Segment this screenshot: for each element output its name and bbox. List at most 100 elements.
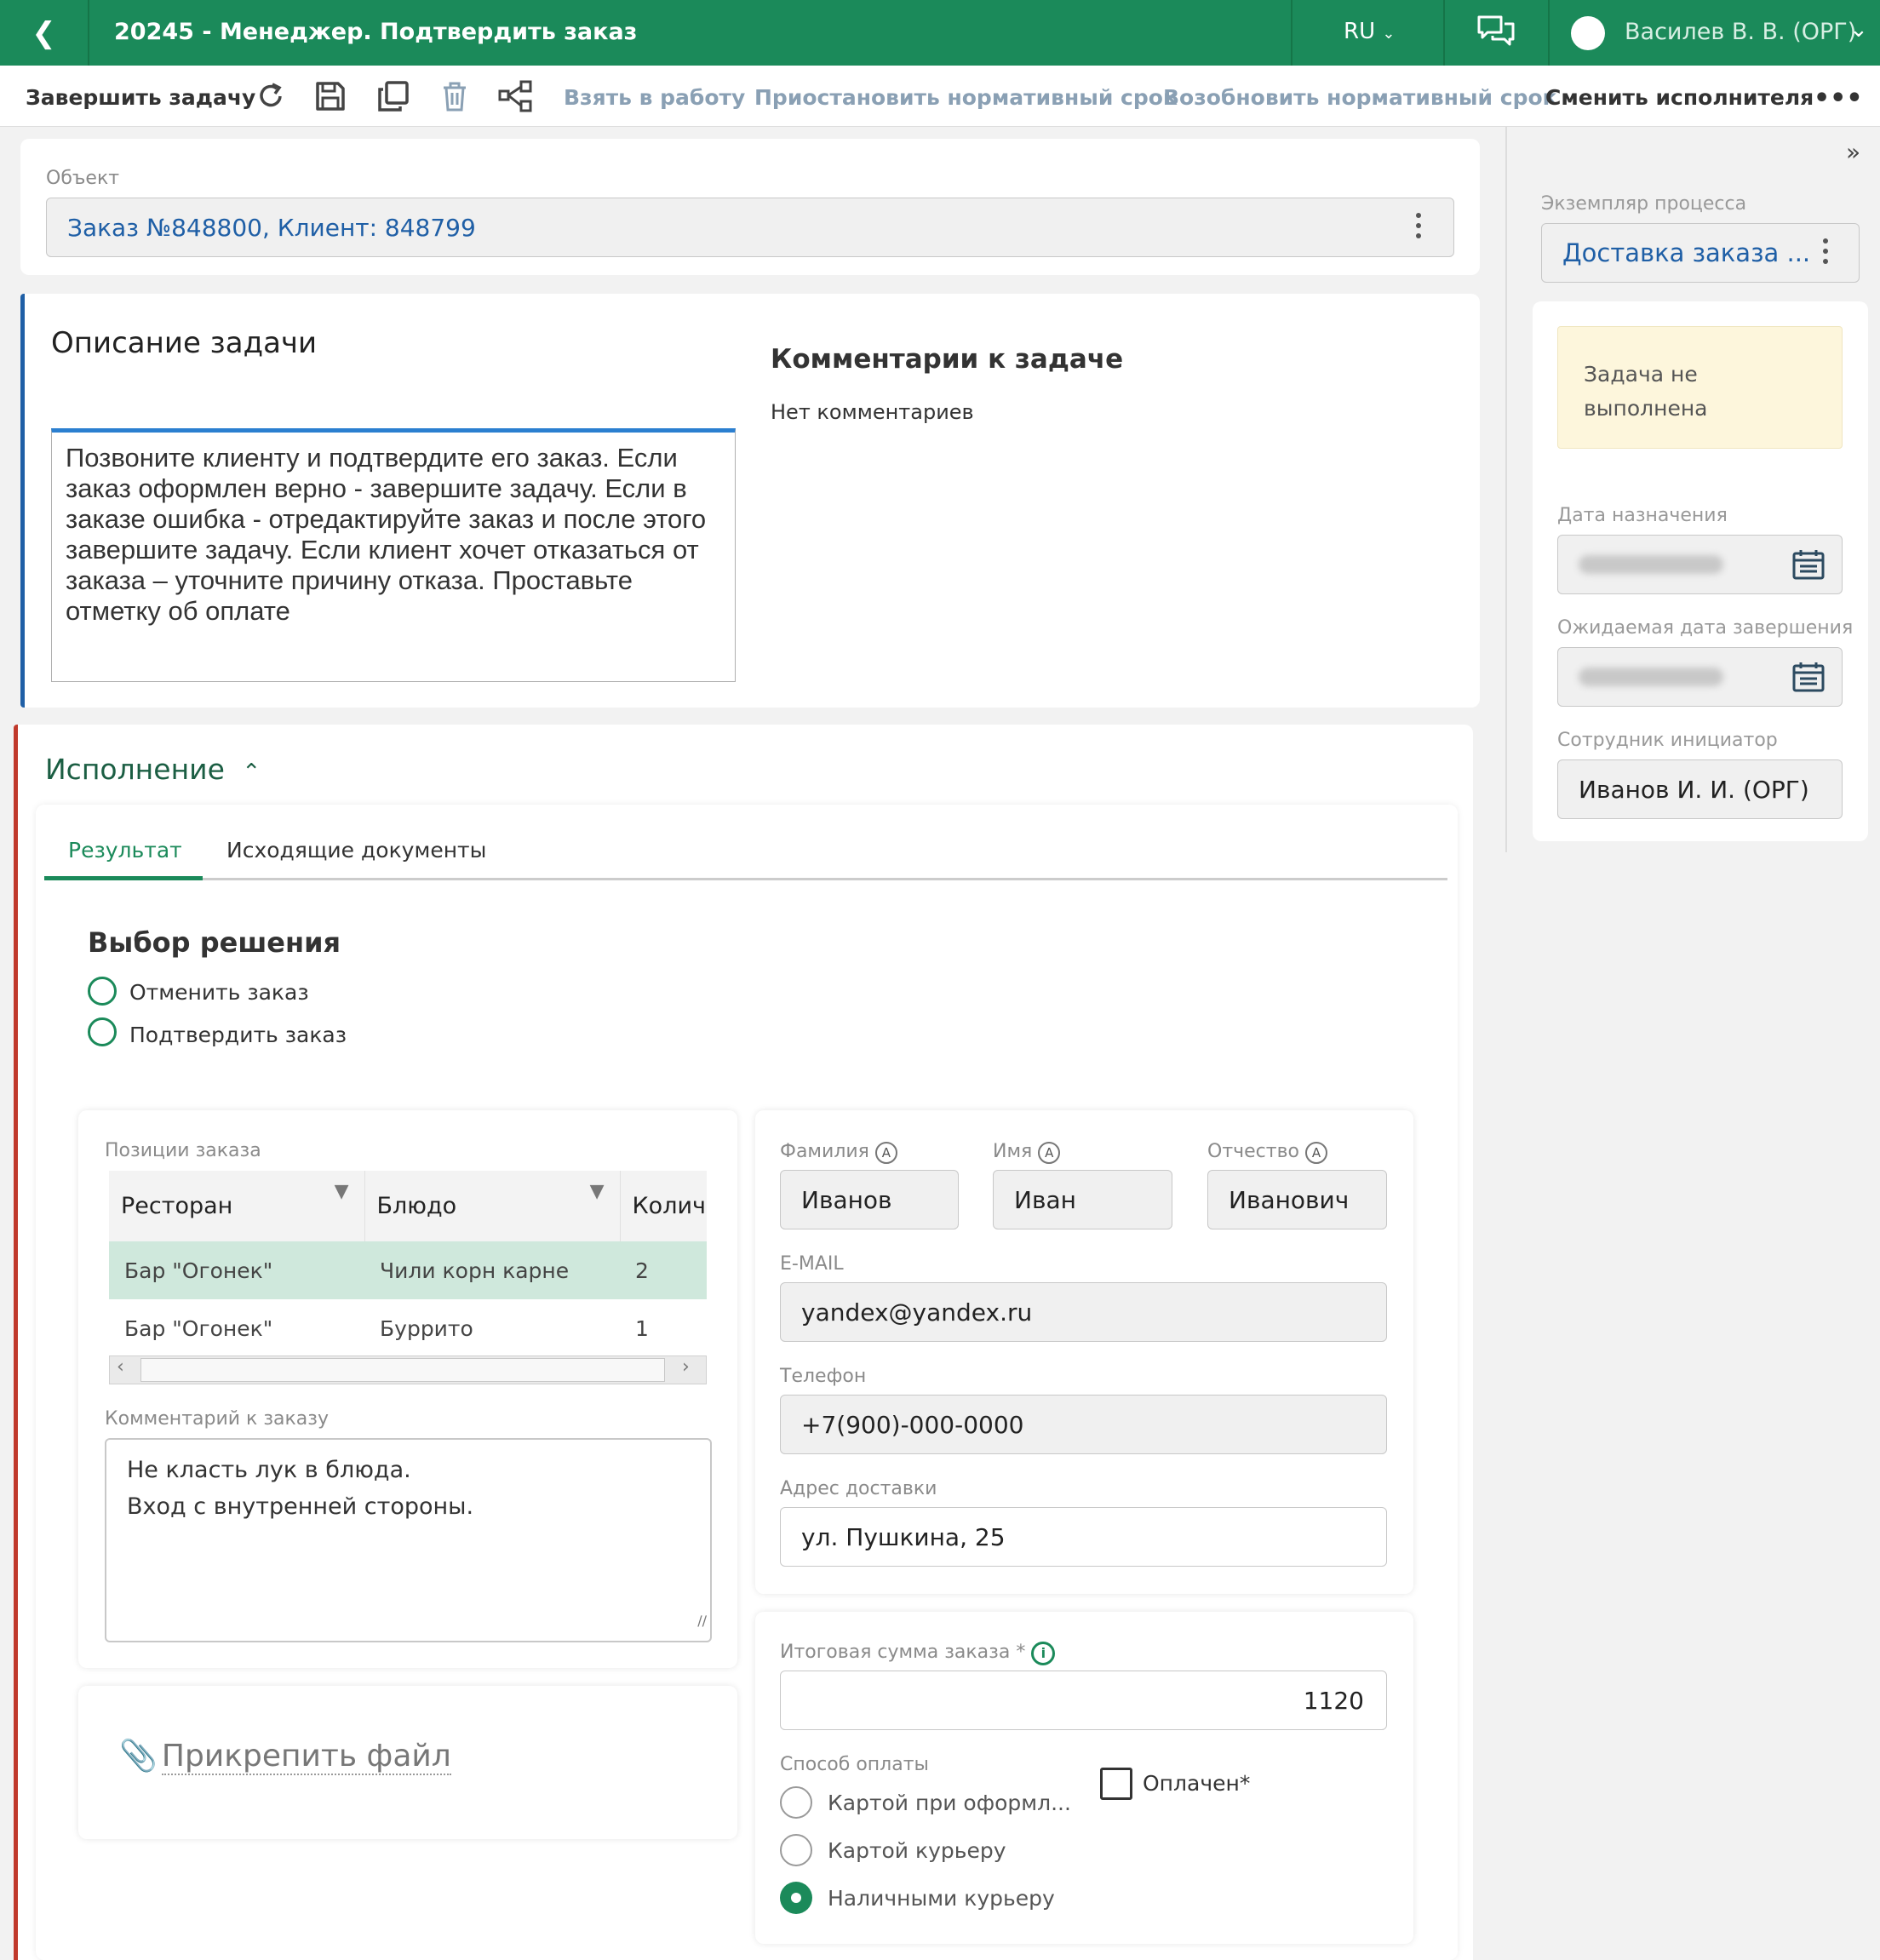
blurred-date — [1579, 555, 1723, 574]
chevron-up-icon: ⌃ — [242, 759, 261, 785]
table-row[interactable]: Бар "Огонек" Чили корн карне 2 — [109, 1241, 707, 1299]
email-field[interactable]: yandex@yandex.ru — [780, 1282, 1387, 1342]
top-bar: ❮ 20245 - Менеджер. Подтвердить заказ RU… — [0, 0, 1880, 66]
initiator-field[interactable]: Иванов И. И. (ОРГ) — [1557, 759, 1843, 819]
save-icon[interactable] — [313, 79, 347, 113]
payment-label-cash-courier[interactable]: Наличными курьеру — [828, 1886, 1055, 1911]
table-row[interactable]: Бар "Огонек" Буррито 1 — [109, 1299, 707, 1357]
refresh-icon[interactable] — [254, 79, 288, 113]
scroll-right-icon[interactable]: › — [682, 1356, 690, 1378]
chat-icon[interactable] — [1476, 14, 1516, 53]
calendar-icon[interactable] — [1791, 661, 1826, 696]
comments-title: Комментарии к задаче — [771, 344, 1124, 375]
phone-label: Телефон — [780, 1366, 867, 1387]
filter-icon[interactable]: ▼ — [590, 1181, 605, 1202]
change-executor-button[interactable]: Сменить исполнителя — [1545, 85, 1814, 110]
object-field[interactable]: Заказ №848800, Клиент: 848799 — [46, 198, 1454, 257]
payment-radio-cash-courier[interactable] — [780, 1882, 812, 1914]
resume-deadline-button[interactable]: Возобновить нормативный срок — [1163, 85, 1557, 110]
initiator-label: Сотрудник инициатор — [1557, 730, 1778, 751]
order-items-label: Позиции заказа — [105, 1140, 261, 1161]
process-kebab-icon[interactable] — [1823, 238, 1828, 269]
first-name-field[interactable]: Иван — [993, 1170, 1172, 1229]
user-name[interactable]: Василев В. В. (ОРГ) — [1625, 19, 1856, 45]
take-to-work-button[interactable]: Взять в работу — [564, 85, 745, 110]
process-field[interactable]: Доставка заказа ... — [1541, 223, 1860, 283]
complete-task-button[interactable]: Завершить задачу — [26, 85, 255, 110]
decision-label-confirm[interactable]: Подтвердить заказ — [129, 1023, 347, 1047]
address-label: Адрес доставки — [780, 1478, 937, 1499]
chevron-down-icon: ⌄ — [1382, 25, 1396, 43]
last-name-label: Фамилия A — [780, 1141, 897, 1164]
decision-radio-cancel[interactable] — [88, 977, 117, 1006]
attach-file-label: Прикрепить файл — [161, 1738, 451, 1775]
status-badge: Задача не выполнена — [1557, 326, 1843, 449]
tab-indicator — [44, 876, 203, 880]
horizontal-scrollbar[interactable]: ‹ › — [109, 1355, 707, 1384]
tab-outgoing-docs[interactable]: Исходящие документы — [226, 838, 486, 863]
total-label: Итоговая сумма заказа * i — [780, 1642, 1056, 1665]
email-label: E-MAIL — [780, 1253, 844, 1275]
execution-toggle[interactable]: Исполнение ⌃ — [45, 753, 261, 786]
execution-title: Исполнение — [45, 753, 225, 786]
copy-icon[interactable] — [376, 79, 410, 113]
page-title: 20245 - Менеджер. Подтвердить заказ — [114, 19, 638, 45]
side-divider — [1505, 127, 1507, 852]
language-selector[interactable]: RU ⌄ — [1344, 19, 1395, 44]
column-dish[interactable]: Блюдо ▼ — [364, 1171, 621, 1241]
order-comment-label: Комментарий к заказу — [105, 1408, 329, 1430]
attach-file-button[interactable]: 📎 Прикрепить файл — [119, 1738, 451, 1775]
decision-label-cancel[interactable]: Отменить заказ — [129, 980, 309, 1005]
pause-deadline-button[interactable]: Приостановить нормативный срок — [754, 85, 1178, 110]
description-text: Позвоните клиенту и подтвердите его зака… — [51, 428, 736, 682]
payment-method-label: Способ оплаты — [780, 1754, 929, 1775]
chevron-down-icon[interactable]: ⌄ — [1849, 17, 1868, 43]
resize-handle-icon[interactable]: ∕∕ — [697, 1602, 707, 1639]
auto-icon: A — [1038, 1142, 1061, 1164]
filter-icon[interactable]: ▼ — [335, 1181, 349, 1202]
patronymic-field[interactable]: Иванович — [1207, 1170, 1387, 1229]
order-comment-line: Вход с внутренней стороны. — [127, 1493, 474, 1520]
patronymic-label: Отчество A — [1207, 1141, 1328, 1164]
table-header: Ресторан▼ Блюдо▼ Количе — [109, 1171, 707, 1241]
delete-icon[interactable] — [438, 79, 472, 113]
object-value: Заказ №848800, Клиент: 848799 — [67, 213, 476, 242]
total-field[interactable]: 1120 — [780, 1671, 1387, 1730]
last-name-field[interactable]: Иванов — [780, 1170, 959, 1229]
order-items-table: Ресторан▼ Блюдо▼ Количе Бар "Огонек" Чил… — [109, 1171, 707, 1384]
paid-checkbox[interactable] — [1100, 1768, 1132, 1800]
avatar[interactable] — [1571, 16, 1605, 50]
paperclip-icon: 📎 — [119, 1739, 158, 1774]
more-icon[interactable]: ••• — [1814, 83, 1863, 113]
comments-empty: Нет комментариев — [771, 400, 974, 424]
back-button[interactable]: ❮ — [0, 0, 88, 66]
scrollbar-thumb[interactable] — [140, 1358, 665, 1382]
payment-radio-card-online[interactable] — [780, 1786, 812, 1819]
info-icon: i — [1031, 1642, 1056, 1665]
phone-field[interactable]: +7(900)-000-0000 — [780, 1395, 1387, 1454]
payment-label-card-online[interactable]: Картой при оформл... — [828, 1791, 1071, 1815]
chevron-left-icon: ❮ — [32, 15, 56, 50]
assigned-date-label: Дата назначения — [1557, 505, 1728, 526]
scroll-left-icon[interactable]: ‹ — [117, 1356, 124, 1378]
tab-divider — [44, 878, 1447, 880]
address-field[interactable]: ул. Пушкина, 25 — [780, 1507, 1387, 1567]
description-title: Описание задачи — [51, 326, 318, 360]
payment-radio-card-courier[interactable] — [780, 1834, 812, 1866]
auto-icon: A — [874, 1142, 897, 1164]
order-comment-line: Не класть лук в блюда. — [127, 1457, 411, 1483]
decision-radio-confirm[interactable] — [88, 1017, 117, 1046]
tab-result[interactable]: Результат — [68, 838, 182, 863]
share-icon[interactable] — [497, 79, 532, 113]
column-quantity[interactable]: Количе — [620, 1171, 708, 1241]
payment-label-card-courier[interactable]: Картой курьеру — [828, 1838, 1006, 1863]
object-kebab-icon[interactable] — [1416, 213, 1421, 244]
process-label: Экземпляр процесса — [1541, 193, 1747, 215]
decision-title: Выбор решения — [88, 926, 341, 959]
blurred-date — [1579, 668, 1723, 686]
column-restaurant[interactable]: Ресторан ▼ — [109, 1171, 365, 1241]
collapse-panel-icon[interactable]: » — [1846, 138, 1860, 166]
paid-label[interactable]: Оплачен* — [1143, 1771, 1250, 1796]
order-comment-field[interactable]: Не класть лук в блюда. Вход с внутренней… — [105, 1438, 712, 1642]
calendar-icon[interactable] — [1791, 548, 1826, 584]
